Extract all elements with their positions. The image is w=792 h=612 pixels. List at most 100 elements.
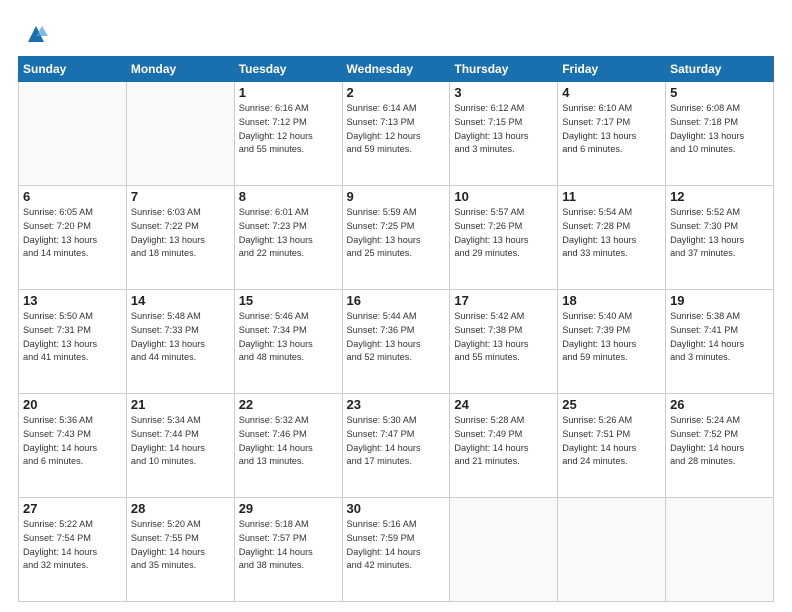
calendar-cell <box>126 82 234 186</box>
weekday-header-friday: Friday <box>558 57 666 82</box>
day-info: Sunrise: 5:22 AM Sunset: 7:54 PM Dayligh… <box>23 518 122 573</box>
day-info: Sunrise: 6:08 AM Sunset: 7:18 PM Dayligh… <box>670 102 769 157</box>
day-number: 30 <box>347 501 446 516</box>
calendar-cell: 30 Sunrise: 5:16 AM Sunset: 7:59 PM Dayli… <box>342 498 450 602</box>
day-info: Sunrise: 5:30 AM Sunset: 7:47 PM Dayligh… <box>347 414 446 469</box>
calendar-cell: 5 Sunrise: 6:08 AM Sunset: 7:18 PM Daylig… <box>666 82 774 186</box>
calendar-week-5: 27 Sunrise: 5:22 AM Sunset: 7:54 PM Dayli… <box>19 498 774 602</box>
day-number: 26 <box>670 397 769 412</box>
calendar-cell: 19 Sunrise: 5:38 AM Sunset: 7:41 PM Dayli… <box>666 290 774 394</box>
weekday-header-monday: Monday <box>126 57 234 82</box>
calendar-cell: 6 Sunrise: 6:05 AM Sunset: 7:20 PM Daylig… <box>19 186 127 290</box>
calendar-table: SundayMondayTuesdayWednesdayThursdayFrid… <box>18 56 774 602</box>
calendar-week-3: 13 Sunrise: 5:50 AM Sunset: 7:31 PM Dayli… <box>19 290 774 394</box>
calendar-cell: 27 Sunrise: 5:22 AM Sunset: 7:54 PM Dayli… <box>19 498 127 602</box>
day-info: Sunrise: 5:54 AM Sunset: 7:28 PM Dayligh… <box>562 206 661 261</box>
calendar-cell: 28 Sunrise: 5:20 AM Sunset: 7:55 PM Dayli… <box>126 498 234 602</box>
day-number: 10 <box>454 189 553 204</box>
day-number: 22 <box>239 397 338 412</box>
calendar-cell <box>558 498 666 602</box>
day-number: 16 <box>347 293 446 308</box>
day-number: 28 <box>131 501 230 516</box>
day-number: 27 <box>23 501 122 516</box>
calendar-cell: 15 Sunrise: 5:46 AM Sunset: 7:34 PM Dayli… <box>234 290 342 394</box>
calendar-week-2: 6 Sunrise: 6:05 AM Sunset: 7:20 PM Daylig… <box>19 186 774 290</box>
calendar-cell: 3 Sunrise: 6:12 AM Sunset: 7:15 PM Daylig… <box>450 82 558 186</box>
calendar-cell: 1Sunrise: 6:16 AM Sunset: 7:12 PM Daylig… <box>234 82 342 186</box>
day-number: 9 <box>347 189 446 204</box>
day-info: Sunrise: 6:14 AM Sunset: 7:13 PM Dayligh… <box>347 102 446 157</box>
calendar-week-1: 1Sunrise: 6:16 AM Sunset: 7:12 PM Daylig… <box>19 82 774 186</box>
calendar-cell: 11 Sunrise: 5:54 AM Sunset: 7:28 PM Dayli… <box>558 186 666 290</box>
calendar-cell: 13 Sunrise: 5:50 AM Sunset: 7:31 PM Dayli… <box>19 290 127 394</box>
day-info: Sunrise: 5:16 AM Sunset: 7:59 PM Dayligh… <box>347 518 446 573</box>
calendar-cell: 20Sunrise: 5:36 AM Sunset: 7:43 PM Dayli… <box>19 394 127 498</box>
day-number: 20 <box>23 397 122 412</box>
day-info: Sunrise: 6:12 AM Sunset: 7:15 PM Dayligh… <box>454 102 553 157</box>
calendar-cell: 2 Sunrise: 6:14 AM Sunset: 7:13 PM Daylig… <box>342 82 450 186</box>
day-info: Sunrise: 5:38 AM Sunset: 7:41 PM Dayligh… <box>670 310 769 365</box>
day-info: Sunrise: 5:28 AM Sunset: 7:49 PM Dayligh… <box>454 414 553 469</box>
day-info: Sunrise: 6:01 AM Sunset: 7:23 PM Dayligh… <box>239 206 338 261</box>
logo-icon <box>22 18 50 46</box>
day-info: Sunrise: 5:42 AM Sunset: 7:38 PM Dayligh… <box>454 310 553 365</box>
day-number: 25 <box>562 397 661 412</box>
weekday-header-sunday: Sunday <box>19 57 127 82</box>
calendar-cell: 8 Sunrise: 6:01 AM Sunset: 7:23 PM Daylig… <box>234 186 342 290</box>
day-number: 14 <box>131 293 230 308</box>
day-number: 18 <box>562 293 661 308</box>
calendar-cell: 7 Sunrise: 6:03 AM Sunset: 7:22 PM Daylig… <box>126 186 234 290</box>
day-info: Sunrise: 5:57 AM Sunset: 7:26 PM Dayligh… <box>454 206 553 261</box>
day-number: 15 <box>239 293 338 308</box>
calendar-cell: 25Sunrise: 5:26 AM Sunset: 7:51 PM Dayli… <box>558 394 666 498</box>
calendar-cell <box>450 498 558 602</box>
day-number: 7 <box>131 189 230 204</box>
weekday-header-row: SundayMondayTuesdayWednesdayThursdayFrid… <box>19 57 774 82</box>
calendar-cell <box>666 498 774 602</box>
day-number: 11 <box>562 189 661 204</box>
day-number: 6 <box>23 189 122 204</box>
day-info: Sunrise: 5:40 AM Sunset: 7:39 PM Dayligh… <box>562 310 661 365</box>
day-info: Sunrise: 5:59 AM Sunset: 7:25 PM Dayligh… <box>347 206 446 261</box>
day-info: Sunrise: 5:44 AM Sunset: 7:36 PM Dayligh… <box>347 310 446 365</box>
day-info: Sunrise: 5:18 AM Sunset: 7:57 PM Dayligh… <box>239 518 338 573</box>
calendar-cell: 18 Sunrise: 5:40 AM Sunset: 7:39 PM Dayli… <box>558 290 666 394</box>
day-number: 12 <box>670 189 769 204</box>
day-info: Sunrise: 6:10 AM Sunset: 7:17 PM Dayligh… <box>562 102 661 157</box>
calendar-cell: 4 Sunrise: 6:10 AM Sunset: 7:17 PM Daylig… <box>558 82 666 186</box>
day-number: 2 <box>347 85 446 100</box>
day-number: 21 <box>131 397 230 412</box>
day-number: 29 <box>239 501 338 516</box>
logo <box>18 18 50 46</box>
day-info: Sunrise: 5:34 AM Sunset: 7:44 PM Dayligh… <box>131 414 230 469</box>
day-info: Sunrise: 5:24 AM Sunset: 7:52 PM Dayligh… <box>670 414 769 469</box>
calendar-cell: 22 Sunrise: 5:32 AM Sunset: 7:46 PM Dayli… <box>234 394 342 498</box>
calendar-week-4: 20Sunrise: 5:36 AM Sunset: 7:43 PM Dayli… <box>19 394 774 498</box>
calendar-cell: 29 Sunrise: 5:18 AM Sunset: 7:57 PM Dayli… <box>234 498 342 602</box>
day-number: 13 <box>23 293 122 308</box>
day-info: Sunrise: 6:16 AM Sunset: 7:12 PM Dayligh… <box>239 102 338 157</box>
weekday-header-tuesday: Tuesday <box>234 57 342 82</box>
header <box>18 18 774 46</box>
calendar-cell: 9 Sunrise: 5:59 AM Sunset: 7:25 PM Daylig… <box>342 186 450 290</box>
day-number: 5 <box>670 85 769 100</box>
calendar-cell: 17 Sunrise: 5:42 AM Sunset: 7:38 PM Dayli… <box>450 290 558 394</box>
day-info: Sunrise: 5:32 AM Sunset: 7:46 PM Dayligh… <box>239 414 338 469</box>
day-number: 19 <box>670 293 769 308</box>
day-number: 4 <box>562 85 661 100</box>
day-info: Sunrise: 5:50 AM Sunset: 7:31 PM Dayligh… <box>23 310 122 365</box>
day-info: Sunrise: 6:05 AM Sunset: 7:20 PM Dayligh… <box>23 206 122 261</box>
day-info: Sunrise: 5:46 AM Sunset: 7:34 PM Dayligh… <box>239 310 338 365</box>
day-number: 8 <box>239 189 338 204</box>
calendar-cell <box>19 82 127 186</box>
calendar-cell: 10 Sunrise: 5:57 AM Sunset: 7:26 PM Dayli… <box>450 186 558 290</box>
day-number: 17 <box>454 293 553 308</box>
calendar-cell: 23 Sunrise: 5:30 AM Sunset: 7:47 PM Dayli… <box>342 394 450 498</box>
day-number: 23 <box>347 397 446 412</box>
day-info: Sunrise: 6:03 AM Sunset: 7:22 PM Dayligh… <box>131 206 230 261</box>
day-info: Sunrise: 5:20 AM Sunset: 7:55 PM Dayligh… <box>131 518 230 573</box>
weekday-header-wednesday: Wednesday <box>342 57 450 82</box>
day-info: Sunrise: 5:52 AM Sunset: 7:30 PM Dayligh… <box>670 206 769 261</box>
calendar-cell: 16 Sunrise: 5:44 AM Sunset: 7:36 PM Dayli… <box>342 290 450 394</box>
day-number: 3 <box>454 85 553 100</box>
